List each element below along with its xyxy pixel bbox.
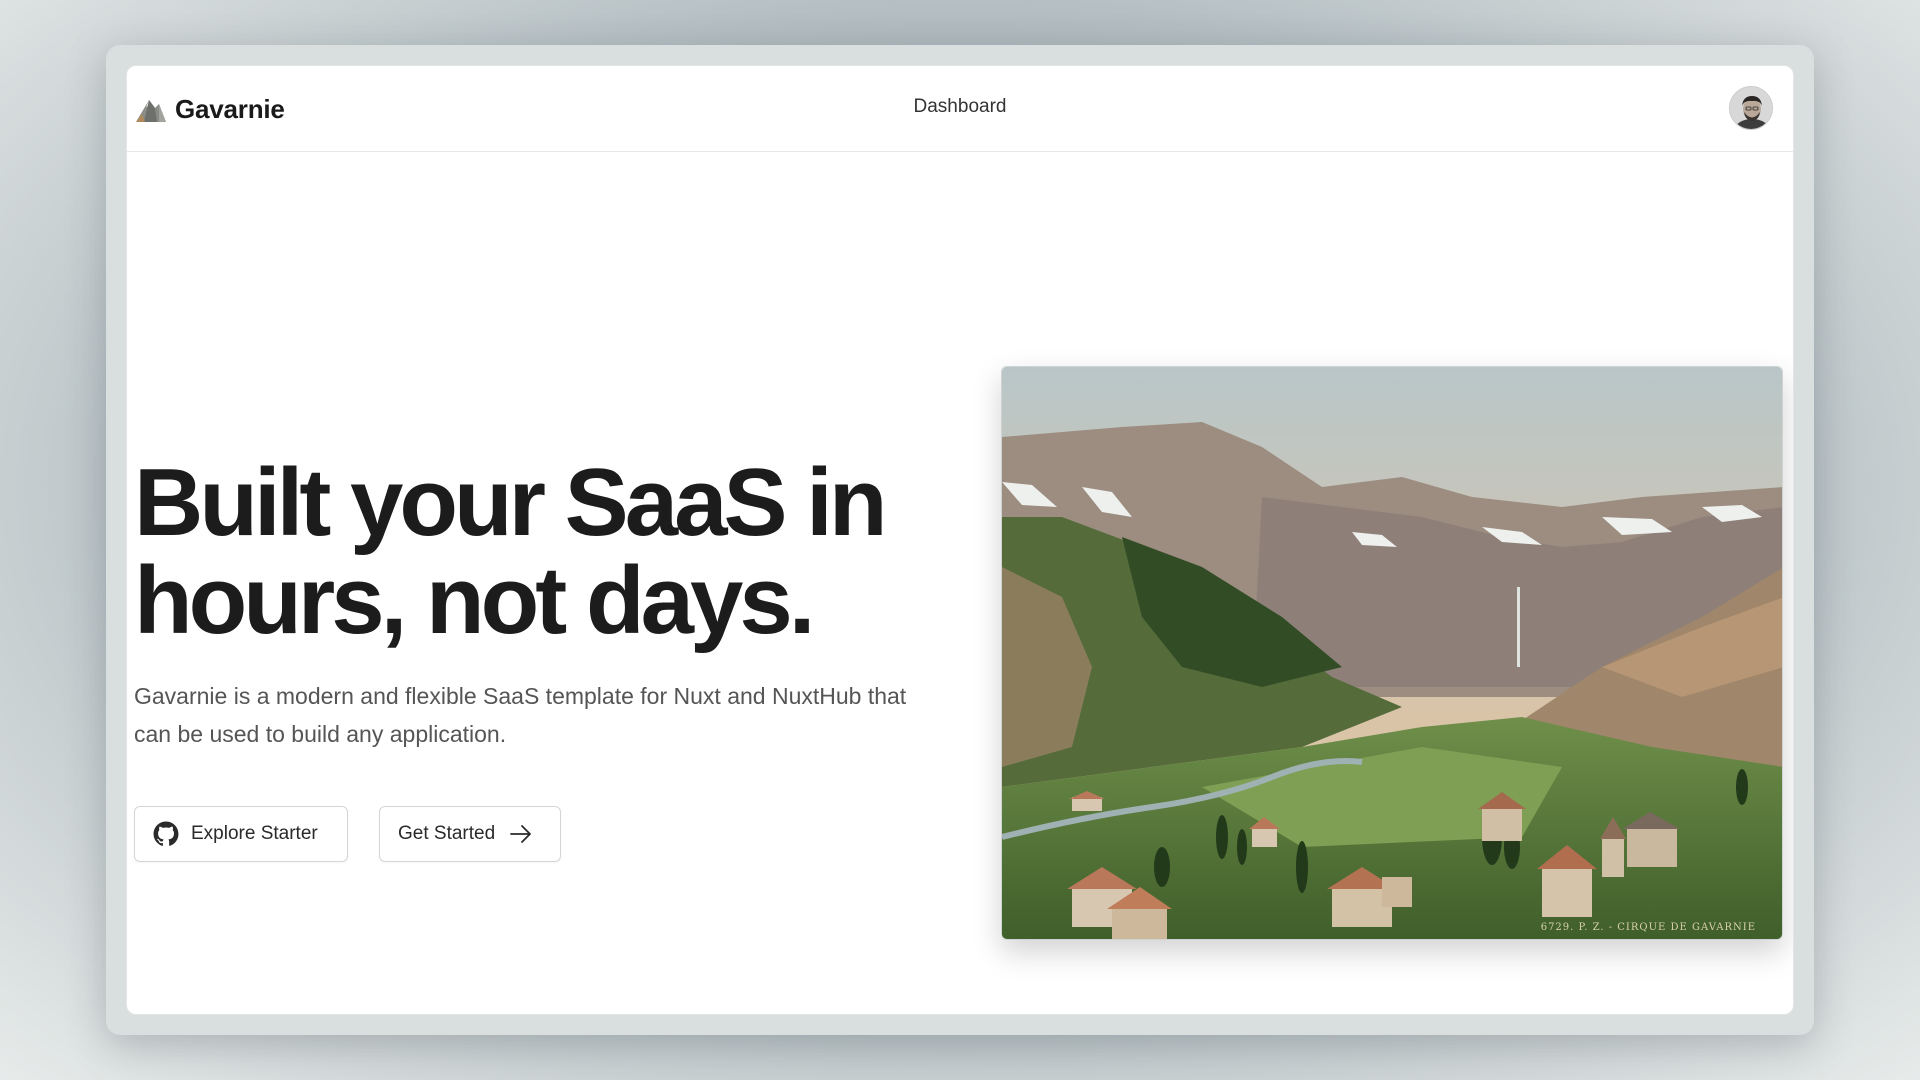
hero-image: 6729. P. Z. - CIRQUE DE GAVARNIE bbox=[1001, 366, 1783, 940]
avatar[interactable] bbox=[1729, 86, 1773, 130]
github-icon bbox=[153, 821, 179, 846]
nav-link-dashboard[interactable]: Dashboard bbox=[914, 96, 1007, 118]
explore-starter-button[interactable]: Explore Starter bbox=[134, 806, 348, 862]
arrow-right-icon bbox=[510, 825, 532, 843]
explore-starter-label: Explore Starter bbox=[191, 823, 318, 844]
mountain-icon bbox=[136, 100, 166, 122]
navbar: Gavarnie Dashboard bbox=[127, 66, 1793, 152]
get-started-button[interactable]: Get Started bbox=[379, 806, 561, 862]
hero-description-line1: Gavarnie is a modern and flexible SaaS t… bbox=[134, 683, 907, 709]
hero-description-line2: can be used to build any application. bbox=[134, 721, 507, 747]
hero-title-line2: hours, not days. bbox=[134, 547, 815, 654]
brand-name: Gavarnie bbox=[175, 93, 285, 124]
hero-description: Gavarnie is a modern and flexible SaaS t… bbox=[134, 677, 934, 753]
get-started-label: Get Started bbox=[398, 823, 496, 844]
hero-title: Built your SaaS in hours, not days. bbox=[134, 454, 994, 650]
brand-link[interactable]: Gavarnie bbox=[135, 92, 285, 126]
hero-title-line1: Built your SaaS in bbox=[134, 449, 887, 556]
app-window: Gavarnie Dashboard Built your SaaS in ho… bbox=[126, 65, 1794, 1015]
image-caption: 6729. P. Z. - CIRQUE DE GAVARNIE bbox=[1540, 922, 1756, 933]
